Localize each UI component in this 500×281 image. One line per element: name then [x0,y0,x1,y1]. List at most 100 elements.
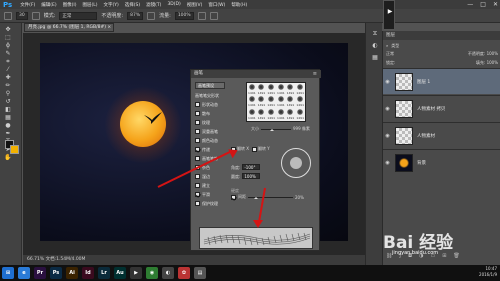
brush-tip[interactable]: 1491 [257,83,267,96]
brush-tip[interactable]: 1491 [276,83,286,96]
angle-roundness-preview[interactable] [281,148,311,178]
opacity-field[interactable]: 87% [127,11,144,20]
trash-icon[interactable]: 🗑 [453,253,459,261]
pressure-size-icon[interactable] [209,11,218,20]
fill-value[interactable]: 100% [487,60,498,65]
brush-tip[interactable]: 1491 [266,96,276,109]
layer-row[interactable]: ◉ 图层 1 [383,68,500,94]
brush-tip[interactable]: 1491 [286,108,296,121]
option-wet-edges[interactable]: 湿边 [195,173,210,180]
taskbar-app-icon[interactable]: Pr [34,267,46,279]
checkbox[interactable] [195,138,200,143]
taskbar-app-icon[interactable]: ◐ [162,267,174,279]
checkbox[interactable] [195,174,200,179]
size-slider[interactable] [261,128,291,131]
taskbar-app-icon[interactable]: Au [114,267,126,279]
brush-tip-grid[interactable]: 1491 1491 1491 1491 1491 1491 1491 1491 … [246,82,306,122]
option-smoothing[interactable]: 平滑 [195,191,210,198]
brush-panel-toggle-icon[interactable] [31,11,40,20]
move-tool-icon[interactable]: ✥ [4,27,12,33]
brush-tip[interactable]: 1491 [257,108,267,121]
brush-tip[interactable]: 1491 [247,96,257,109]
panel-menu-icon[interactable]: ≡ [313,70,317,78]
option-shape-dynamics[interactable]: 形状动态 [195,101,218,108]
brush-tip[interactable]: 1491 [295,83,305,96]
option-build-up[interactable]: 建立 [195,182,210,189]
brush-tip[interactable]: 1491 [266,83,276,96]
layer-row[interactable]: ◉ 人物素材 [383,122,500,148]
eye-icon[interactable]: ◉ [383,133,392,139]
brush-tip[interactable]: 1491 [295,96,305,109]
eye-icon[interactable]: ◉ [383,106,392,112]
dodge-tool-icon[interactable]: ● [4,123,12,129]
checkbox[interactable] [195,201,200,206]
menu-edit[interactable]: 编辑(E) [41,2,56,8]
menu-view[interactable]: 视图(V) [187,2,203,8]
option-dual-brush[interactable]: 双重画笔 [195,128,218,135]
menu-layer[interactable]: 图层(L) [83,2,98,8]
angle-field[interactable]: -100° [242,164,261,170]
pressure-opacity-icon[interactable] [147,11,156,20]
healing-tool-icon[interactable]: ✚ [4,75,12,81]
close-button[interactable]: ✕ [493,1,498,8]
checkbox-checked[interactable] [195,192,200,197]
menu-3d[interactable]: 3D(D) [167,2,180,7]
checkbox[interactable] [195,183,200,188]
taskbar-app-icon[interactable]: ◉ [146,267,158,279]
document-tab[interactable]: 月亮.jpg @ 66.7% (图层 1, RGB/8#) × [24,23,114,32]
checkbox[interactable] [252,146,258,152]
taskbar-app-icon[interactable]: Ps [50,267,62,279]
new-layer-icon[interactable]: ⊞ [442,253,446,261]
option-brush-tip-shape[interactable]: 画笔笔尖形状 [195,92,219,99]
taskbar-app-icon[interactable]: ▶ [130,267,142,279]
mode-select[interactable]: 正常 [59,11,98,20]
option-transfer[interactable]: 传递 [195,146,210,153]
menu-type[interactable]: 文字(Y) [104,2,119,8]
taskbar-app-icon[interactable]: ⊞ [2,267,14,279]
blend-mode-select[interactable]: 正常 [386,51,394,58]
spacing-checkbox[interactable] [231,194,236,200]
eraser-tool-icon[interactable]: ◧ [4,107,12,113]
layer-row[interactable]: ◉ 人物素材 拷贝 [383,95,500,121]
gradient-tool-icon[interactable]: ▦ [4,115,12,121]
brush-tip[interactable]: 1491 [257,96,267,109]
pen-tool-icon[interactable]: ✒ [4,131,12,137]
brush-tip[interactable]: 1491 [266,108,276,121]
flip-y-toggle[interactable]: 翻转 Y [252,146,270,152]
brush-tip[interactable]: 1491 [286,96,296,109]
brush-tip[interactable]: 1491 [276,108,286,121]
taskbar-app-icon[interactable]: Id [82,267,94,279]
taskbar-app-icon[interactable]: ✿ [178,267,190,279]
spacing-value[interactable]: 20% [295,195,304,200]
layer-opacity-value[interactable]: 100% [487,51,498,56]
taskbar-app-icon[interactable]: Ai [66,267,78,279]
brush-size-picker[interactable]: 30 [16,11,28,20]
checkbox[interactable] [195,111,200,116]
filter-kind-select[interactable]: 类型 [391,43,399,49]
adjust-icon[interactable]: ◐ [371,43,379,49]
background-color-swatch[interactable] [10,145,19,154]
option-color-dynamics[interactable]: 颜色动态 [195,137,218,144]
history-icon[interactable]: ⧖ [371,31,379,37]
clone-stamp-tool-icon[interactable]: ⚲ [4,91,12,97]
menu-select[interactable]: 选择(S) [125,2,140,8]
swatches-icon[interactable]: ▦ [371,55,379,61]
marquee-tool-icon[interactable]: ⬚ [4,35,12,41]
eye-icon[interactable]: ◉ [383,160,392,166]
airbrush-icon[interactable] [197,11,206,20]
checkbox[interactable] [195,102,200,107]
lasso-tool-icon[interactable]: ϕ [4,43,12,49]
menu-help[interactable]: 帮助(H) [231,2,247,8]
eyedropper-tool-icon[interactable]: ⁄ [4,67,12,73]
option-scattering[interactable]: 散布 [195,110,210,117]
option-texture[interactable]: 纹理 [195,119,210,126]
roundness-field[interactable]: 100% [242,173,261,179]
history-brush-tool-icon[interactable]: ↺ [4,99,12,105]
minimize-button[interactable]: — [467,1,473,8]
menu-window[interactable]: 窗口(W) [208,2,225,8]
taskbar-app-icon[interactable]: e [18,267,30,279]
eye-icon[interactable]: ◉ [383,79,392,85]
quick-select-tool-icon[interactable]: ✎ [4,51,12,57]
layer-row[interactable]: ◉ 背景 [383,149,500,175]
menu-filter[interactable]: 滤镜(T) [146,2,161,8]
